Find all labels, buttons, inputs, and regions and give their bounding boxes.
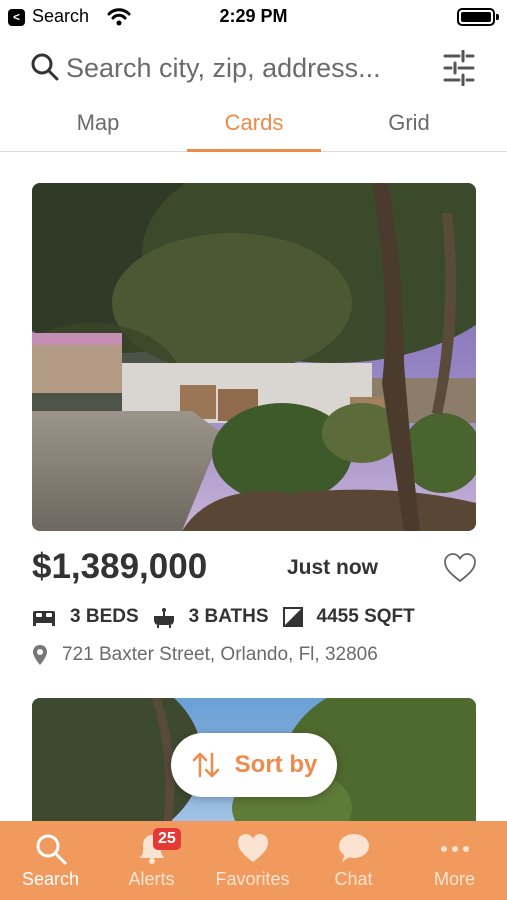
nav-more[interactable]: More	[404, 821, 505, 900]
view-mode-tabs: Map Cards Grid	[0, 104, 507, 152]
alerts-count-badge: 25	[153, 828, 181, 850]
bottom-nav: Search 25 Alerts Favorites Chat More	[0, 821, 507, 900]
search-icon	[36, 834, 66, 865]
tab-map[interactable]: Map	[31, 110, 165, 152]
heart-icon	[237, 834, 268, 862]
square-footage-icon	[282, 607, 303, 627]
more-dots-icon	[440, 846, 469, 852]
status-bar: < Search 2:29 PM	[0, 0, 507, 34]
listing-photo[interactable]	[32, 183, 476, 531]
listing-address-row: 721 Baxter Street, Orlando, Fl, 32806	[32, 644, 378, 666]
bed-icon	[33, 611, 55, 626]
nav-search-label: Search	[21, 869, 80, 889]
sort-by-button[interactable]: Sort by	[171, 733, 337, 797]
baths-count: 3 BATHS	[188, 606, 269, 627]
nav-favorites[interactable]: Favorites	[202, 821, 303, 900]
listing-address[interactable]: 721 Baxter Street, Orlando, Fl, 32806	[62, 644, 378, 666]
favorite-heart-icon[interactable]	[443, 552, 477, 584]
tab-grid[interactable]: Grid	[342, 110, 476, 152]
nav-chat[interactable]: Chat	[303, 821, 404, 900]
nav-alerts[interactable]: 25 Alerts	[101, 821, 202, 900]
tab-cards[interactable]: Cards	[187, 110, 321, 152]
sqft-value: 4455 SQFT	[316, 606, 415, 627]
listing-specs: 3 BEDS 3 BATHS 4455 SQFT	[32, 604, 429, 630]
listing-posted-time: Just now	[287, 556, 379, 579]
location-pin-icon	[33, 645, 47, 665]
search-bar	[0, 44, 507, 94]
search-input[interactable]	[66, 50, 426, 86]
search-icon	[31, 53, 59, 81]
battery-icon	[457, 8, 499, 26]
listing-price: $1,389,000	[32, 547, 208, 586]
sort-by-label: Sort by	[234, 751, 318, 778]
filter-sliders-icon[interactable]	[443, 50, 475, 86]
bathtub-icon	[153, 608, 174, 628]
nav-chat-label: Chat	[334, 869, 373, 889]
sort-arrows-icon	[192, 752, 219, 778]
chat-bubble-icon	[338, 834, 369, 862]
nav-more-label: More	[433, 869, 475, 889]
nav-search[interactable]: Search	[0, 821, 101, 900]
status-time: 2:29 PM	[219, 6, 288, 26]
nav-alerts-label: Alerts	[128, 869, 175, 889]
nav-favorites-label: Favorites	[215, 869, 290, 889]
house-photo	[32, 183, 476, 531]
beds-count: 3 BEDS	[70, 606, 139, 627]
